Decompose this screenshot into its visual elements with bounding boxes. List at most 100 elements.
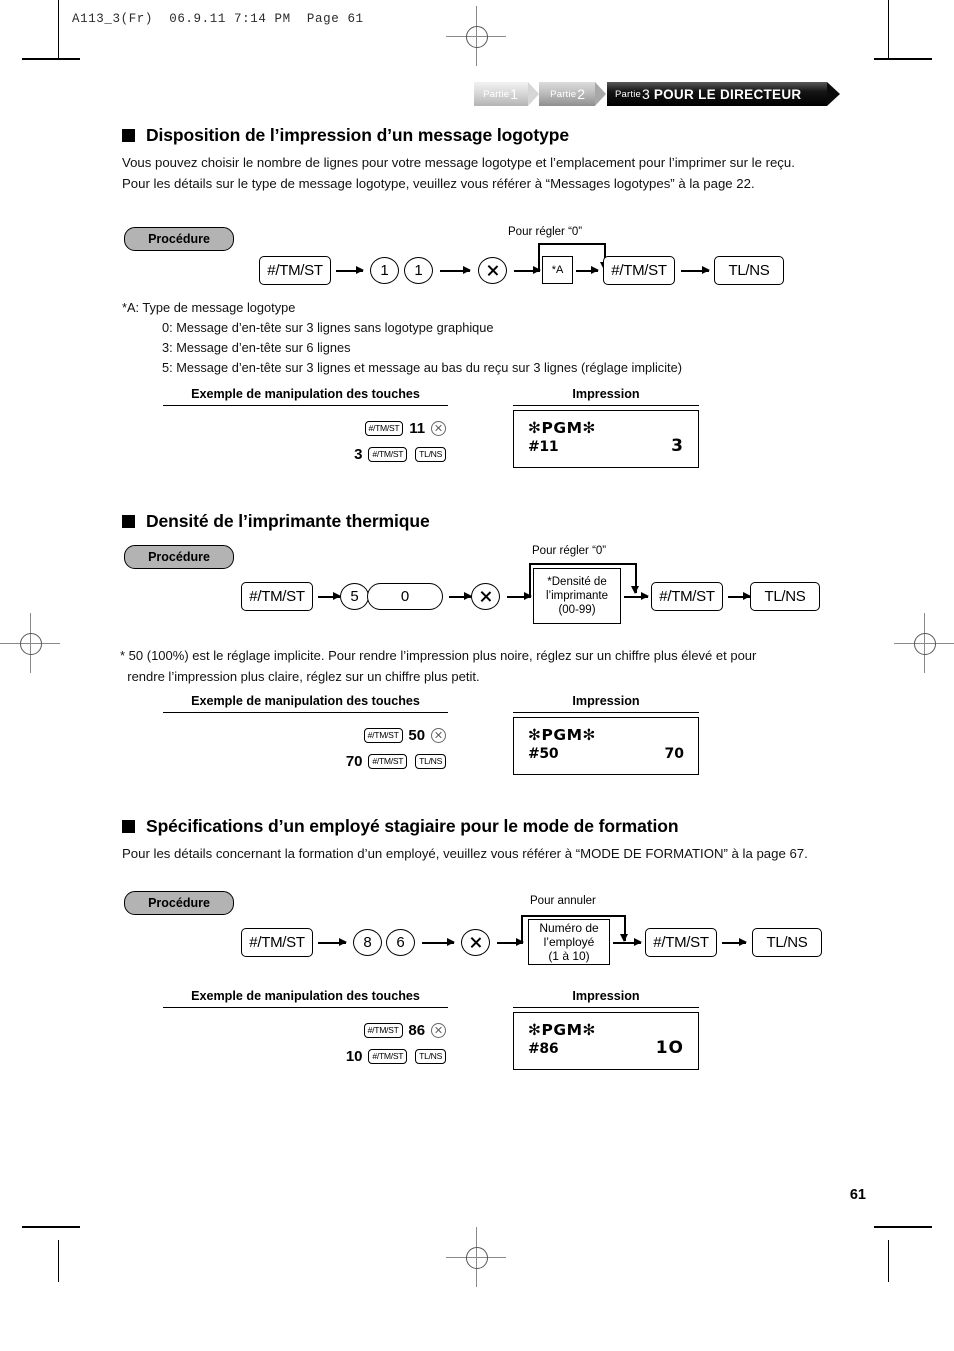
page-number: 61 xyxy=(849,1187,866,1203)
flow2-param-box[interactable]: *Densité de l’imprimante (00-99) xyxy=(533,568,621,624)
part-tab-3-title: POUR LE DIRECTEUR xyxy=(653,86,802,102)
section-3-key-sequence-line1: #/TM/ST 86 xyxy=(188,1017,448,1043)
section-1-print-sample: ✻PGM✻ #11 3 xyxy=(513,410,699,468)
mini-key-tmst[interactable]: #/TM/ST xyxy=(364,420,404,436)
section-2-example-code: 50 xyxy=(408,726,426,744)
flow2-bypass-top xyxy=(529,563,637,565)
section-1-col-keys-header: Exemple de manipulation des touches xyxy=(163,387,448,406)
page-canvas: A113_3(Fr) 06.9.11 7:14 PM Page 61 Parti… xyxy=(0,0,954,1351)
mini-key-tlns[interactable]: TL/NS xyxy=(415,753,446,769)
flow2-digit-2[interactable]: 0 xyxy=(367,583,443,610)
part-tab-1-number: 1 xyxy=(510,86,518,102)
flow1-arrow-2 xyxy=(440,267,471,274)
multiply-icon xyxy=(479,590,492,603)
print-code: #50 xyxy=(528,746,559,762)
crop-mark-top-right-vertical xyxy=(888,0,890,58)
flow3-key-tmst-2[interactable]: #/TM/ST xyxy=(645,928,717,957)
flow3-digit-2[interactable]: 6 xyxy=(386,929,415,956)
mini-key-tmst[interactable]: #/TM/ST xyxy=(368,1048,408,1064)
mini-key-tmst[interactable]: #/TM/ST xyxy=(368,446,408,462)
section-3-heading-text: Spécifications d’un employé stagiaire po… xyxy=(146,816,679,836)
part-tab-1[interactable]: Partie 1 xyxy=(474,82,539,106)
flow3-param-line2: l’employé xyxy=(543,935,595,949)
flow1-bypass-left xyxy=(538,243,540,271)
section-2-heading-text: Densité de l’imprimante thermique xyxy=(146,511,430,531)
flow3-arrow-5 xyxy=(722,939,747,946)
section-3-body: Pour les détails concernant la formation… xyxy=(122,846,808,861)
registration-mark-bottom xyxy=(446,1227,506,1287)
multiply-icon xyxy=(486,264,499,277)
mini-key-tmst[interactable]: #/TM/ST xyxy=(368,753,408,769)
mini-key-tlns[interactable]: TL/NS xyxy=(415,1048,446,1064)
flow3-key-tlns-label: TL/NS xyxy=(766,934,808,951)
section-1-key-sequence: #/TM/ST 11 3 #/TM/ST TL/NS xyxy=(188,415,448,467)
section-1-heading: Disposition de l’impression d’un message… xyxy=(122,125,569,146)
flow1-key-tlns[interactable]: TL/NS xyxy=(714,256,784,285)
section-1-note-item-1: 3: Message d’en-tête sur 6 lignes xyxy=(162,340,351,355)
flow2-key-tmst-1-label: #/TM/ST xyxy=(249,588,305,605)
flow2-bypass-down-arrow xyxy=(632,563,639,594)
section-2-heading: Densité de l’imprimante thermique xyxy=(122,511,430,532)
mini-multiply-key[interactable] xyxy=(431,1022,446,1038)
mini-multiply-key[interactable] xyxy=(431,420,446,436)
flow2-bypass-left xyxy=(529,563,531,596)
crop-mark-bottom-right-vertical xyxy=(888,1240,890,1282)
flow1-key-tmst-2[interactable]: #/TM/ST xyxy=(603,256,675,285)
flow1-digit-2-label: 1 xyxy=(414,262,423,279)
crop-mark-top-left-horizontal xyxy=(22,58,80,61)
multiply-icon xyxy=(435,424,443,432)
flow1-digit-2[interactable]: 1 xyxy=(404,257,433,284)
section-3-procedure-badge: Procédure xyxy=(124,891,234,915)
flow1-digit-1-label: 1 xyxy=(380,262,389,279)
bullet-square-icon xyxy=(122,515,135,528)
crop-mark-bottom-right-horizontal xyxy=(874,1226,932,1229)
flow3-param-line1: Numéro de xyxy=(539,921,599,935)
mini-multiply-key[interactable] xyxy=(431,727,446,743)
print-value: 1O xyxy=(655,1038,684,1058)
flow1-arrow-3 xyxy=(514,267,541,274)
part-tab-3-active[interactable]: Partie 3 POUR LE DIRECTEUR xyxy=(607,82,841,106)
multiply-icon xyxy=(435,1026,443,1034)
flow2-multiply-key[interactable] xyxy=(471,583,500,610)
mini-key-tlns[interactable]: TL/NS xyxy=(415,446,446,462)
mini-key-tmst[interactable]: #/TM/ST xyxy=(363,727,403,743)
flow3-digit-1[interactable]: 8 xyxy=(353,929,382,956)
part-tab-2[interactable]: Partie 2 xyxy=(539,82,606,106)
flow2-key-tlns-label: TL/NS xyxy=(764,588,806,605)
flow2-key-tmst-2[interactable]: #/TM/ST xyxy=(651,582,723,611)
flow2-digit-2-label: 0 xyxy=(400,588,410,605)
flow3-bypass-top xyxy=(521,915,626,917)
flow3-bypass-down-arrow xyxy=(621,915,628,942)
section-2-col-print-header: Impression xyxy=(513,694,699,713)
flow1-multiply-key[interactable] xyxy=(478,257,507,284)
flow1-key-tlns-label: TL/NS xyxy=(728,262,770,279)
flow2-arrow-2 xyxy=(449,593,472,600)
print-header: ✻PGM✻ xyxy=(528,419,596,437)
print-header: ✻PGM✻ xyxy=(528,726,596,744)
section-2-flow-cancel-label: Pour régler “0” xyxy=(532,545,607,557)
mini-key-tmst[interactable]: #/TM/ST xyxy=(363,1022,403,1038)
flow2-arrow-3 xyxy=(507,593,532,600)
flow2-digit-1[interactable]: 5 xyxy=(340,583,369,610)
section-3-heading: Spécifications d’un employé stagiaire po… xyxy=(122,816,679,837)
section-1-flow-cancel-label: Pour régler “0” xyxy=(508,226,583,238)
flow3-key-tmst-2-label: #/TM/ST xyxy=(653,934,709,951)
flow3-key-tlns[interactable]: TL/NS xyxy=(752,928,822,957)
section-1-example-code: 11 xyxy=(409,419,426,437)
flow1-key-tmst-1[interactable]: #/TM/ST xyxy=(259,256,331,285)
flow2-key-tlns[interactable]: TL/NS xyxy=(750,582,820,611)
part-tab-1-label: Partie xyxy=(483,88,510,100)
section-2-key-sequence-line2: 70 #/TM/ST TL/NS xyxy=(188,748,448,774)
flow3-arrow-2 xyxy=(422,939,455,946)
flow2-key-tmst-1[interactable]: #/TM/ST xyxy=(241,582,313,611)
flow2-param-line1: *Densité de xyxy=(547,576,607,588)
flow2-arrow-1 xyxy=(318,593,341,600)
flow1-digit-1[interactable]: 1 xyxy=(370,257,399,284)
flow1-param-box[interactable]: *A xyxy=(542,256,573,284)
section-1-note-item-2: 5: Message d’en-tête sur 3 lignes et mes… xyxy=(162,360,682,375)
print-header: ✻PGM✻ xyxy=(528,1021,596,1039)
flow3-key-tmst-1[interactable]: #/TM/ST xyxy=(241,928,313,957)
flow3-multiply-key[interactable] xyxy=(461,929,490,956)
section-2-example-value: 70 xyxy=(345,752,363,770)
flow3-param-box[interactable]: Numéro de l’employé (1 à 10) xyxy=(528,919,610,965)
